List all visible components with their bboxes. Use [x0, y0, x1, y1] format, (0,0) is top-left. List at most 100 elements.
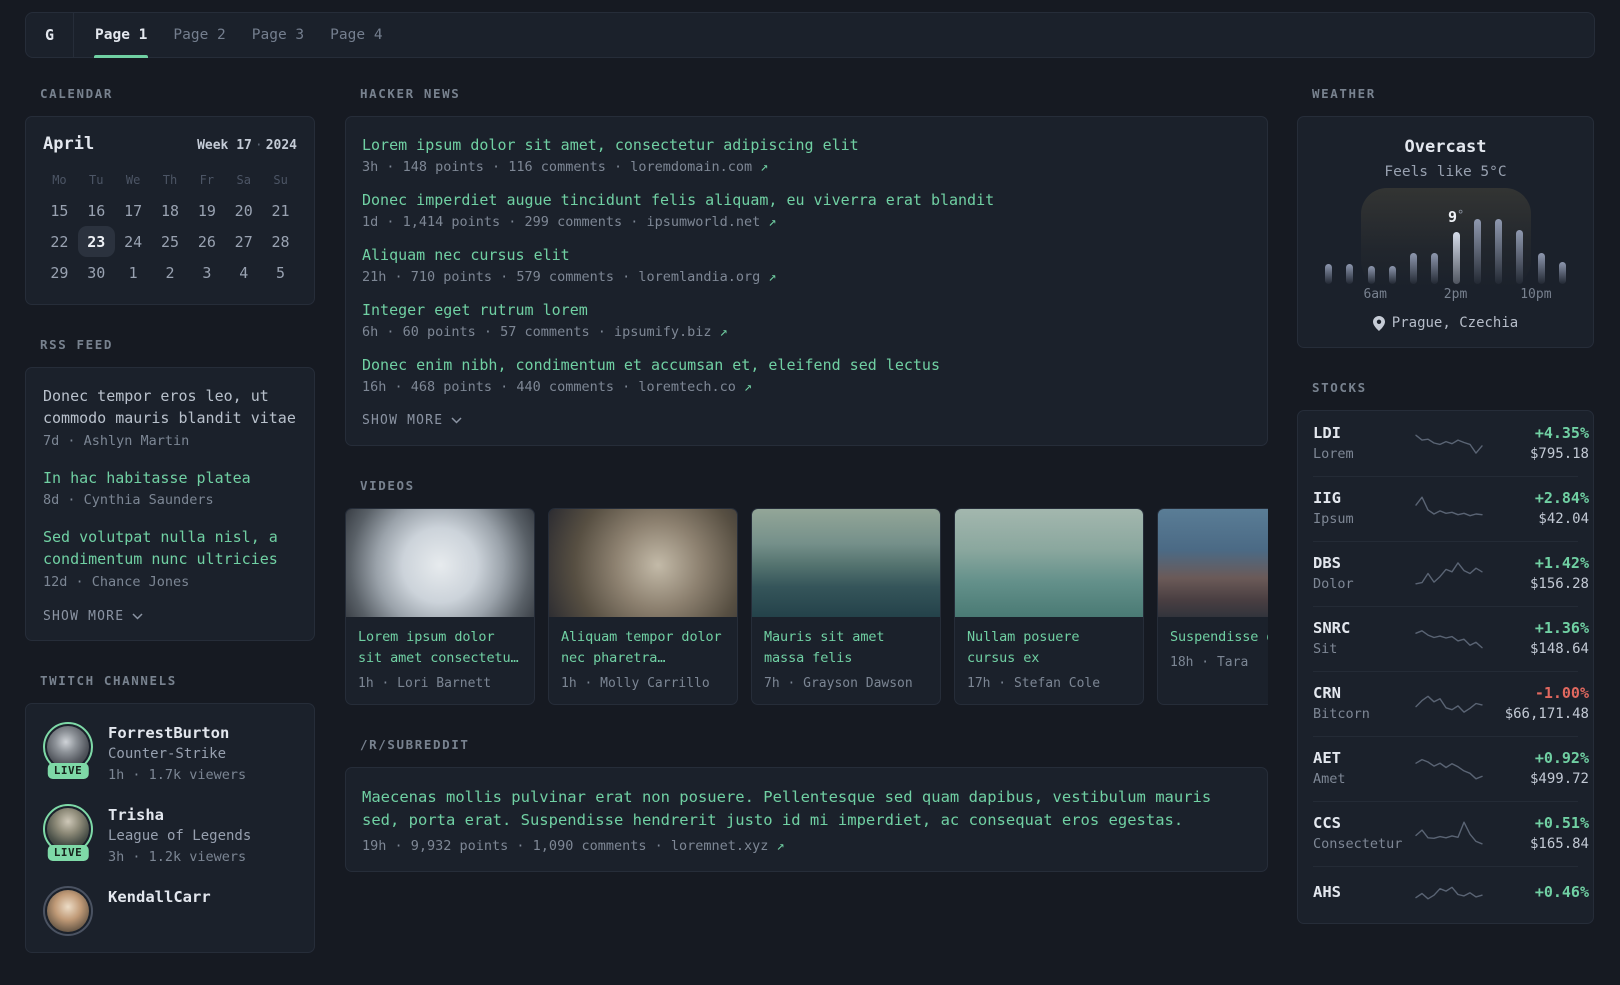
- stock-row[interactable]: IIG Ipsum +2.84% $42.04: [1313, 476, 1589, 541]
- video-title[interactable]: Aliquam tempor dolor nec pharetra…: [549, 617, 737, 669]
- rss-item-title[interactable]: In hac habitasse platea: [43, 468, 297, 490]
- temperature-bar: [1473, 219, 1481, 284]
- external-link-icon[interactable]: ↗: [760, 159, 768, 175]
- channel-name[interactable]: ForrestBurton: [108, 724, 246, 742]
- channel-name[interactable]: Trisha: [108, 806, 251, 824]
- channel-name[interactable]: KendallCarr: [108, 888, 211, 906]
- stock-ticker: AHS: [1313, 883, 1341, 901]
- time-axis: 6am 2pm 10pm: [1325, 287, 1566, 302]
- video-title[interactable]: Suspendisse diam: [1158, 617, 1268, 648]
- avatar[interactable]: [43, 885, 93, 936]
- stock-sparkline: [1413, 688, 1485, 718]
- video-card[interactable]: Aliquam tempor dolor nec pharetra… 1h · …: [548, 508, 738, 705]
- calendar-day[interactable]: 18: [152, 195, 189, 226]
- stock-change: +0.51%: [1534, 814, 1589, 832]
- weather-card: Overcast Feels like 5°C 9° 6am 2pm 10pm Pr…: [1297, 116, 1594, 348]
- external-link-icon[interactable]: ↗: [777, 838, 785, 854]
- stock-row[interactable]: AET Amet +0.92% $499.72: [1313, 736, 1589, 801]
- news-item-title[interactable]: Lorem ipsum dolor sit amet, consectetur …: [362, 136, 1251, 154]
- video-thumbnail: [1158, 509, 1268, 617]
- weather-label: WEATHER: [1312, 86, 1376, 101]
- stock-change: -1.00%: [1534, 684, 1589, 702]
- avatar[interactable]: LIVE: [43, 721, 93, 779]
- news-item-title[interactable]: Donec imperdiet augue tincidunt felis al…: [362, 191, 1251, 209]
- location-text: Prague, Czechia: [1391, 315, 1519, 331]
- calendar-day[interactable]: 16: [78, 195, 115, 226]
- channel-avatar-image: [47, 889, 89, 932]
- stock-price: $148.64: [1529, 641, 1589, 657]
- avatar[interactable]: LIVE: [43, 803, 93, 861]
- calendar-day[interactable]: 23: [77, 226, 115, 257]
- calendar-day[interactable]: 21: [262, 195, 299, 226]
- calendar-day[interactable]: 28: [262, 226, 299, 257]
- channel-viewers: 1h · 1.7k viewers: [108, 766, 247, 783]
- calendar-day[interactable]: 27: [225, 226, 262, 257]
- stock-row[interactable]: LDI Lorem +4.35% $795.18: [1313, 412, 1589, 476]
- calendar-day[interactable]: 5: [262, 257, 299, 288]
- stock-ticker: CCS: [1313, 814, 1341, 832]
- calendar-day[interactable]: 4: [225, 257, 262, 288]
- calendar-day[interactable]: 20: [225, 195, 262, 226]
- stock-row[interactable]: AHS +0.46%: [1313, 866, 1589, 923]
- video-title[interactable]: Mauris sit amet massa felis: [752, 617, 940, 669]
- stock-ticker: DBS: [1313, 554, 1341, 572]
- video-card[interactable]: Mauris sit amet massa felis 7h · Grayson…: [751, 508, 941, 705]
- news-item-title[interactable]: Aliquam nec cursus elit: [362, 246, 1251, 264]
- news-item-title[interactable]: Integer eget rutrum lorem: [362, 301, 1251, 319]
- calendar-day[interactable]: 19: [188, 195, 225, 226]
- tab-page-4[interactable]: Page 4: [317, 13, 395, 57]
- calendar-day[interactable]: 25: [152, 226, 189, 257]
- rss-item-title[interactable]: Sed volutpat nulla nisl, a condimentum n…: [43, 527, 297, 571]
- calendar-day[interactable]: 1: [115, 257, 152, 288]
- stock-sparkline: [1413, 879, 1485, 909]
- news-item-title[interactable]: Donec enim nibh, condimentum et accumsan…: [362, 356, 1251, 374]
- external-link-icon[interactable]: ↗: [720, 324, 728, 340]
- calendar-day[interactable]: 17: [115, 195, 152, 226]
- stock-row[interactable]: CRN Bitcorn -1.00% $66,171.48: [1313, 671, 1589, 736]
- video-card[interactable]: Suspendisse diam 18h · Tara: [1157, 508, 1268, 705]
- app-logo[interactable]: G: [26, 13, 74, 57]
- video-title[interactable]: Nullam posuere cursus ex: [955, 617, 1143, 669]
- calendar-month: April: [43, 134, 95, 154]
- external-link-icon[interactable]: ↗: [768, 269, 776, 285]
- tab-page-2[interactable]: Page 2: [160, 13, 238, 57]
- calendar-day[interactable]: 26: [188, 226, 225, 257]
- post-meta-text: 19h · 9,932 points · 1,090 comments · lo…: [362, 838, 769, 855]
- calendar-day[interactable]: 3: [188, 257, 225, 288]
- calendar-card: April Week 17 · 2024 Mo Tu We Th Fr Sa Su 15 16 17…: [25, 116, 315, 305]
- twitch-card: LIVE ForrestBurton Counter-Strike 1h · 1…: [25, 702, 315, 953]
- calendar-day[interactable]: 29: [41, 257, 78, 288]
- calendar-day[interactable]: 22: [41, 226, 78, 257]
- live-badge: LIVE: [47, 844, 89, 861]
- weekday-label: Tu: [89, 173, 104, 187]
- rss-item-title[interactable]: Donec tempor eros leo, ut commodo mauris…: [43, 386, 297, 430]
- post-title[interactable]: Maecenas mollis pulvinar erat non posuer…: [362, 786, 1251, 833]
- channel-info: KendallCarr: [108, 886, 211, 906]
- external-link-icon[interactable]: ↗: [744, 379, 752, 395]
- calendar-day[interactable]: 30: [78, 257, 115, 288]
- calendar-day[interactable]: 24: [115, 226, 152, 257]
- external-link-icon[interactable]: ↗: [768, 214, 776, 230]
- stock-row[interactable]: SNRC Sit +1.36% $148.64: [1313, 606, 1589, 671]
- rss-show-more-button[interactable]: SHOW MORE: [43, 609, 297, 624]
- tab-page-1[interactable]: Page 1: [82, 13, 160, 58]
- stock-row[interactable]: DBS Dolor +1.42% $156.28: [1313, 541, 1589, 606]
- calendar-day[interactable]: 2: [152, 257, 189, 288]
- rss-card: Donec tempor eros leo, ut commodo mauris…: [25, 367, 315, 641]
- temperature-bar: [1388, 266, 1396, 284]
- video-card[interactable]: Nullam posuere cursus ex 17h · Stefan Co…: [954, 508, 1144, 705]
- calendar-day[interactable]: 15: [41, 195, 78, 226]
- stock-row[interactable]: CCS Consectetur +0.51% $165.84: [1313, 801, 1589, 866]
- stock-sparkline: [1413, 493, 1485, 523]
- hackernews-label: HACKER NEWS: [360, 86, 461, 101]
- video-card[interactable]: Lorem ipsum dolor sit amet consectetu… 1…: [345, 508, 535, 705]
- rss-item-meta: 7d · Ashlyn Martin: [43, 432, 190, 449]
- stock-change: +1.42%: [1534, 554, 1589, 572]
- calendar-label: CALENDAR: [40, 86, 114, 101]
- tab-page-3[interactable]: Page 3: [239, 13, 317, 57]
- temperature-bar: [1558, 262, 1566, 284]
- video-title[interactable]: Lorem ipsum dolor sit amet consectetu…: [346, 617, 534, 669]
- twitch-channel: KendallCarr: [43, 885, 297, 936]
- stock-price: $165.84: [1529, 836, 1589, 852]
- hackernews-show-more-button[interactable]: SHOW MORE: [362, 413, 1251, 428]
